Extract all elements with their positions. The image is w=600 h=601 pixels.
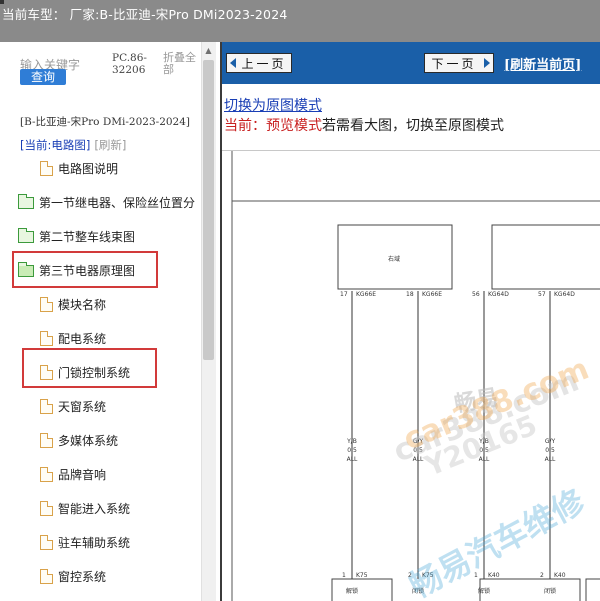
top-pin-number: 56 [472,291,480,298]
tree-item-label: 电路图说明 [58,161,119,176]
title-bar: 当前车型： 厂家:B-比亚迪-宋Pro DMi2023-2024 [0,0,600,42]
tree-item-section-2[interactable]: 第二节整车线束图 [18,226,135,246]
switch-mode-link[interactable]: 切换为原图模式 [224,95,322,115]
wiring-diagram[interactable]: 右域 17 KG66E 18 KG66E 56 KG64D 57 KG64D Y/B 0.5 AL… [222,150,600,601]
bottom-function-label: 闭锁 [412,587,424,595]
top-pin-number: 57 [538,291,546,298]
file-icon [40,568,53,584]
tree-item-label: 第二节整车线束图 [39,229,136,244]
bottom-function-label: 闭锁 [544,587,556,595]
top-pin-number: 17 [340,291,348,298]
folder-icon [18,228,34,243]
prev-page-button[interactable]: 上一页 [226,53,292,73]
collapse-all-button[interactable]: 折叠全部 [163,52,201,76]
bottom-pin-connector: K40 [488,572,500,579]
tree-item-label: 品牌音响 [58,467,107,482]
wire-color: Y/B [346,438,357,445]
sidebar-scroll-thumb[interactable] [203,60,214,360]
tree-item-window-control[interactable]: 窗控系统 [40,566,106,586]
highlight-box-door-lock [22,348,157,388]
wire-note: ALL [347,456,358,463]
scroll-up-icon[interactable]: ▲ [203,45,214,56]
wire-note: ALL [413,456,424,463]
next-page-label: 下一页 [431,56,477,71]
tree-item-smart-entry[interactable]: 智能进入系统 [40,498,130,518]
wire-color: G/Y [413,438,424,445]
tree-item-label: 驻车辅助系统 [58,535,131,550]
connector-box-2 [479,578,581,601]
connector-box-1 [331,578,393,601]
bottom-pin-connector: K75 [356,572,368,579]
tree-item-label: 多媒体系统 [58,433,119,448]
bottom-pin-number: 1 [474,572,478,579]
query-button[interactable]: 查询 [20,69,66,85]
viewer-toolbar: 上一页 下一页 [刷新当前页] [222,42,600,84]
file-icon [40,500,53,516]
wire-size: 0.5 [413,447,423,454]
next-page-button[interactable]: 下一页 [424,53,494,73]
car-model-title: [B-比亚迪-宋Pro DMi-2023-2024] [20,116,191,128]
highlight-box-section-3 [12,251,158,288]
file-icon [40,330,53,346]
tree-item-module-names[interactable]: 模块名称 [40,294,106,314]
current-mode-label: 当前：预览模式 [224,118,322,134]
bottom-function-label: 解锁 [346,587,358,595]
tree-item-parking-assist[interactable]: 驻车辅助系统 [40,532,130,552]
tree-item-power-distribution[interactable]: 配电系统 [40,328,106,348]
tree-item-label: 天窗系统 [58,399,107,414]
refresh-tree-link[interactable]: [刷新] [94,138,126,152]
tree-item-label: 配电系统 [58,331,107,346]
file-icon [40,432,53,448]
tree-item-circuit-intro[interactable]: 电路图说明 [40,158,118,178]
top-pin-connector: KG64D [488,291,509,298]
wiring-diagram-svg: 右域 17 KG66E 18 KG66E 56 KG64D 57 KG64D Y/B 0.5 AL… [231,151,600,601]
top-pin-connector: KG66E [422,291,442,298]
tree-item-multimedia[interactable]: 多媒体系统 [40,430,118,450]
window-title: 当前车型： 厂家:B-比亚迪-宋Pro DMi2023-2024 [2,7,288,22]
top-pin-number: 18 [406,291,414,298]
mode-status: 当前：预览模式若需看大图，切换至原图模式 [224,115,504,135]
wire-note: ALL [545,456,556,463]
arrow-right-icon [484,58,490,68]
pc-code: PC.86-32206 [112,52,147,76]
prev-page-label: 上一页 [241,56,287,71]
file-icon [40,466,53,482]
bottom-pin-number: 2 [408,572,412,579]
wire-note: ALL [479,456,490,463]
tree-item-label: 智能进入系统 [58,501,131,516]
sidebar: 输入关键字 查询 PC.86-32206 折叠全部 [B-比亚迪-宋Pro DM… [0,42,216,601]
mode-hint: 若需看大图，切换至原图模式 [322,118,504,134]
tree-item-sunroof[interactable]: 天窗系统 [40,396,106,416]
tree-item-label: 模块名称 [58,297,107,312]
tree-item-label: 第一节继电器、保险丝位置分 [39,195,196,210]
folder-icon [18,194,34,209]
tree-item-label: 窗控系统 [58,569,107,584]
file-icon [40,534,53,550]
wire-color: G/Y [545,438,556,445]
wire-size: 0.5 [545,447,555,454]
file-icon [40,398,53,414]
connector-box-3 [585,578,600,601]
module-label: 右域 [388,255,400,263]
file-icon [40,160,53,176]
current-prefix: [当前: [20,138,52,152]
viewer-panel: 上一页 下一页 [刷新当前页] 切换为原图模式 当前：预览模式若需看大图，切换至… [220,42,600,601]
module-box-right [491,224,600,290]
current-value: 电路图] [51,138,91,152]
wire-size: 0.5 [347,447,357,454]
tree-item-audio[interactable]: 品牌音响 [40,464,106,484]
arrow-left-icon [230,58,236,68]
wire-color: Y/B [478,438,489,445]
wire-size: 0.5 [479,447,489,454]
bottom-pin-connector: K40 [554,572,566,579]
refresh-page-link[interactable]: [刷新当前页] [504,54,581,73]
top-pin-connector: KG64D [554,291,575,298]
bottom-pin-number: 1 [342,572,346,579]
bottom-pin-connector: K75 [422,572,434,579]
top-pin-connector: KG66E [356,291,376,298]
tree-item-section-1[interactable]: 第一节继电器、保险丝位置分 [18,192,195,212]
file-icon [40,296,53,312]
bottom-pin-number: 2 [540,572,544,579]
current-section: [当前:电路图] [刷新] [20,137,126,153]
